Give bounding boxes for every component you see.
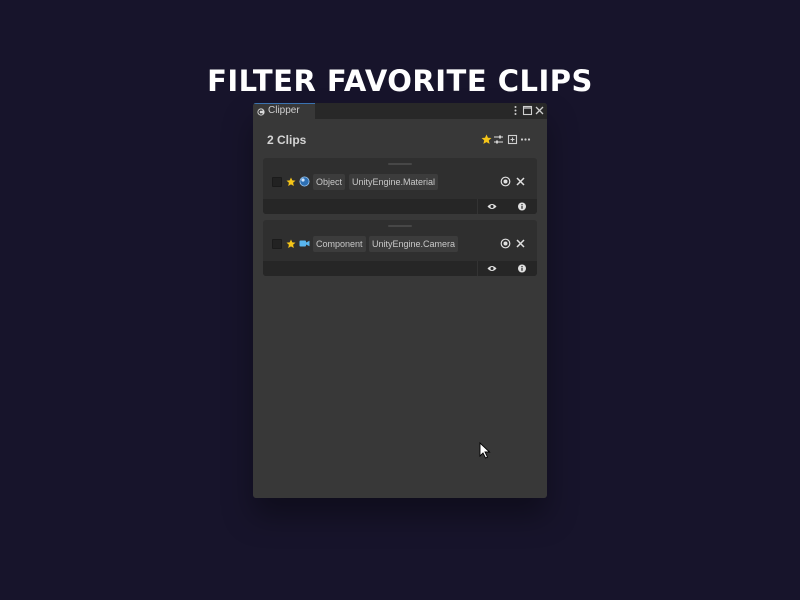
clip-select-checkbox[interactable] — [272, 177, 282, 187]
filter-sliders-icon[interactable] — [493, 134, 504, 145]
target-icon[interactable] — [500, 238, 511, 249]
favorite-filter-star-icon[interactable] — [481, 134, 492, 145]
preview-eye-icon[interactable] — [487, 264, 497, 273]
material-sphere-icon — [299, 176, 310, 187]
more-horizontal-icon[interactable] — [520, 134, 531, 145]
footer-divider — [477, 199, 478, 214]
clipper-logo-icon — [257, 108, 265, 116]
clip-count-title: 2 Clips — [267, 133, 307, 147]
clipper-window: Clipper 2 Clips Object UnityEngine.Mater… — [253, 103, 547, 498]
clip-footer — [263, 199, 537, 214]
window-tab-bar: Clipper — [253, 103, 547, 119]
clip-select-checkbox[interactable] — [272, 239, 282, 249]
clip-card[interactable]: Component UnityEngine.Camera — [263, 220, 537, 276]
clip-type-chip: UnityEngine.Material — [349, 174, 439, 190]
tab-label: Clipper — [268, 105, 300, 116]
page-headline: FILTER FAVORITE CLIPS — [207, 64, 593, 98]
favorite-star-icon[interactable] — [286, 177, 296, 187]
remove-clip-icon[interactable] — [515, 176, 526, 187]
clip-kind-chip: Object — [313, 174, 346, 190]
drag-handle[interactable] — [388, 225, 412, 227]
clip-type-chip: UnityEngine.Camera — [369, 236, 459, 252]
maximize-icon[interactable] — [522, 105, 533, 116]
target-icon[interactable] — [500, 176, 511, 187]
more-vertical-icon[interactable] — [510, 105, 521, 116]
footer-divider — [477, 261, 478, 276]
clip-footer — [263, 261, 537, 276]
info-icon[interactable] — [517, 264, 527, 273]
clip-card[interactable]: Object UnityEngine.Material — [263, 158, 537, 214]
mouse-cursor-icon — [479, 442, 491, 459]
favorite-star-icon[interactable] — [286, 239, 296, 249]
clip-kind-chip: Component — [313, 236, 366, 252]
preview-eye-icon[interactable] — [487, 202, 497, 211]
drag-handle[interactable] — [388, 163, 412, 165]
close-window-icon[interactable] — [534, 105, 545, 116]
add-clip-icon[interactable] — [507, 134, 518, 145]
camera-icon — [299, 240, 310, 247]
tab-clipper[interactable]: Clipper — [253, 103, 315, 119]
remove-clip-icon[interactable] — [515, 238, 526, 249]
info-icon[interactable] — [517, 202, 527, 211]
